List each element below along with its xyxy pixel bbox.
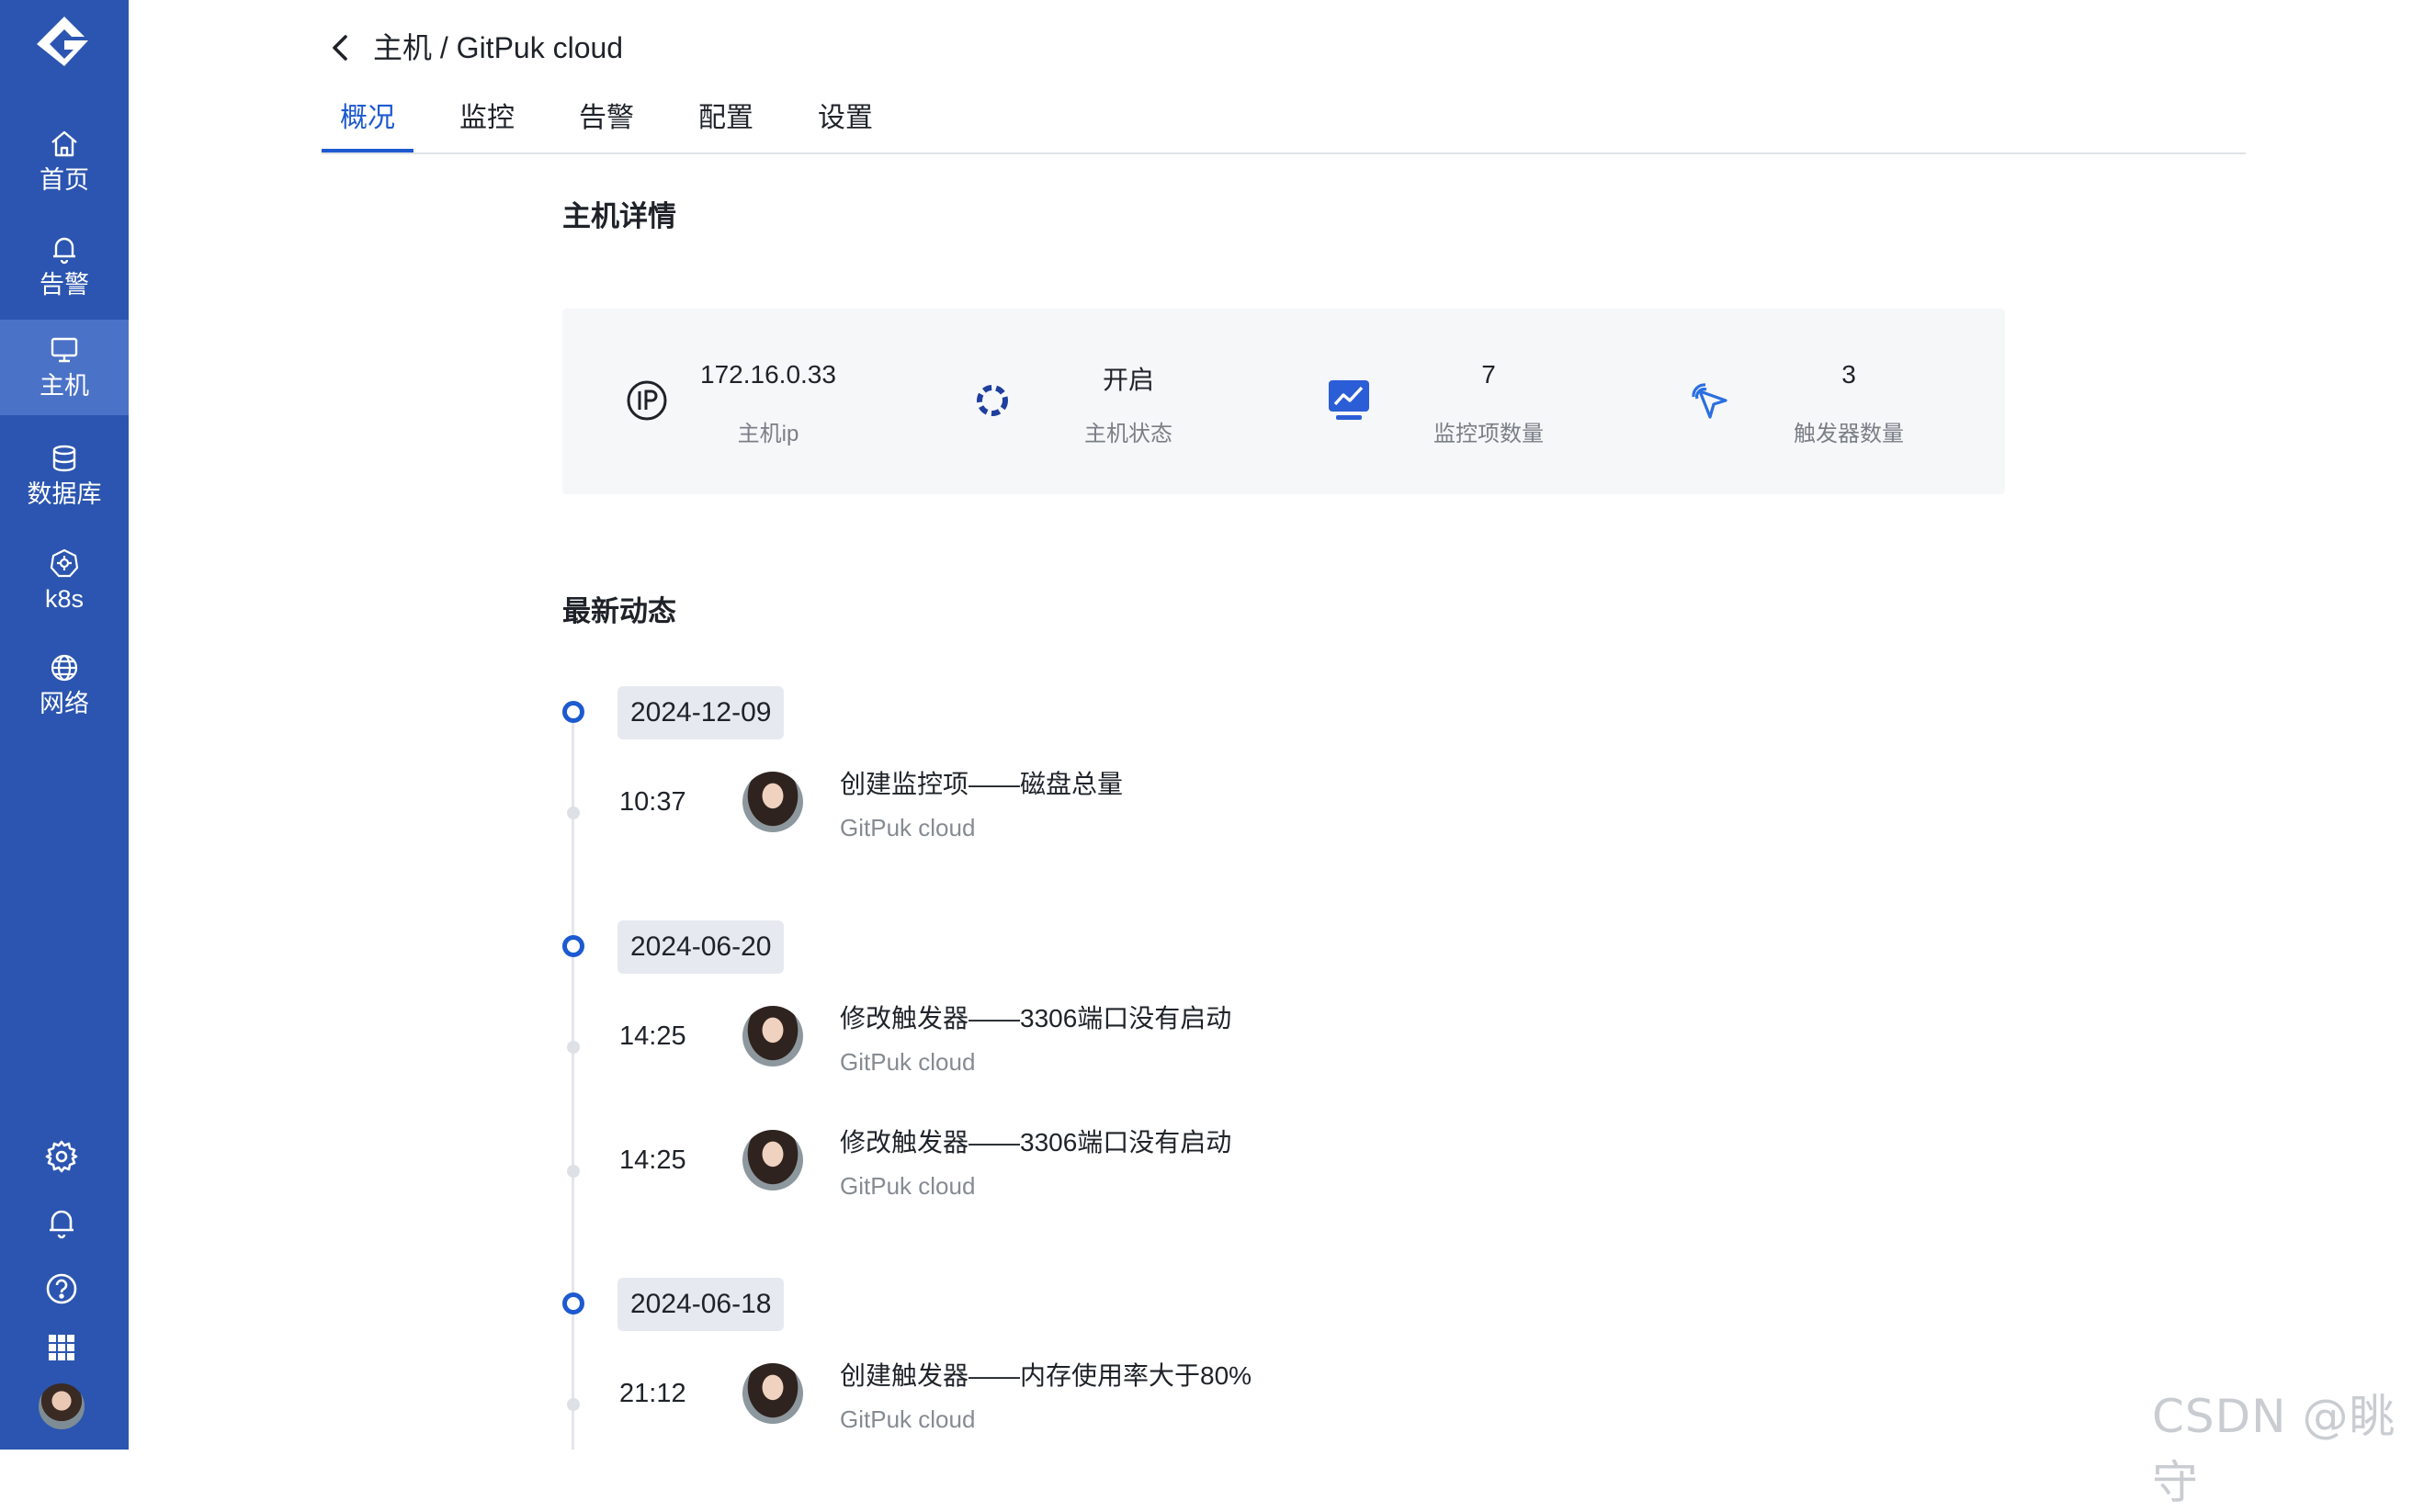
stat-label: 触发器数量 [1794,422,1904,446]
timeline-date-marker [562,1292,584,1315]
event-time: 14:25 [619,1021,686,1051]
tab-config[interactable]: 配置 [680,97,772,151]
event-user: GitPuk cloud [840,814,976,841]
bell-icon [53,237,75,265]
timeline-event-marker [567,1165,580,1178]
timeline-event-marker [567,807,580,819]
event-time: 21:12 [619,1379,686,1408]
timeline-line [572,715,574,1450]
home-icon [51,130,77,157]
sidebar-item-k8s[interactable]: k8s [0,533,129,628]
section-title-host-details: 主机详情 [562,200,676,232]
sidebar-item-label: 主机 [40,372,89,400]
timeline-date-marker [562,701,584,723]
chart-monitor-icon [1329,380,1369,420]
cursor-click-icon [1692,383,1727,419]
user-avatar [742,1130,803,1190]
gear-icon [45,1140,78,1173]
globe-icon [51,654,78,682]
database-icon [52,445,76,472]
gitpuk-logo-icon[interactable] [28,13,101,77]
watermark: CSDN @眺守 [2152,1390,2396,1509]
event-time: 14:25 [619,1145,686,1175]
timeline-date: 2024-12-09 [617,686,785,739]
sidebar-item-hosts[interactable]: 主机 [0,320,129,415]
sidebar-item-alerts[interactable]: 告警 [0,219,129,314]
event-title: 修改触发器——3306端口没有启动 [840,1004,1232,1032]
back-arrow-icon[interactable] [323,28,360,68]
section-title-activity: 最新动态 [562,595,676,627]
timeline-date-marker [562,935,584,957]
event-user: GitPuk cloud [840,1048,976,1076]
apps-grid-icon [49,1335,74,1360]
stat-label: 监控项数量 [1433,422,1544,446]
apps-button[interactable] [37,1323,86,1372]
stat-monitor-count: 7 监控项数量 [1283,309,1643,494]
stat-label: 主机状态 [1084,422,1172,446]
sidebar-item-network[interactable]: 网络 [0,638,129,733]
sidebar-item-label: k8s [44,585,85,613]
stat-host-status: 开启 主机状态 [923,309,1283,494]
k8s-icon [50,548,79,578]
stat-value: 开启 [1102,366,1154,394]
host-stats-card: 172.16.0.33 主机ip 开启 主机状态 7 监控项数量 3 触发器数量 [562,309,2005,494]
stat-label: 主机ip [737,422,799,446]
breadcrumb: 主机 / GitPuk cloud [373,31,624,64]
stat-host-ip: 172.16.0.33 主机ip [562,309,923,494]
event-title: 创建触发器——内存使用率大于80% [840,1361,1252,1390]
user-avatar [742,1363,803,1424]
sidebar-item-label: 首页 [40,166,89,194]
sidebar-item-label: 数据库 [27,480,102,508]
help-button[interactable] [37,1264,86,1314]
ip-icon [627,380,667,421]
event-time: 10:37 [619,787,686,817]
settings-button[interactable] [37,1132,86,1181]
monitor-icon [51,337,78,363]
bell-icon [50,1210,74,1239]
sidebar: 首页 告警 主机 数据库 k8s 网络 [0,0,129,1450]
event-title: 修改触发器——3306端口没有启动 [840,1128,1232,1157]
help-icon [46,1273,77,1304]
timeline-date: 2024-06-20 [617,920,785,974]
notifications-button[interactable] [37,1198,86,1247]
tab-bar: 概况 监控 告警 配置 设置 [322,97,2246,154]
tab-settings[interactable]: 设置 [799,97,891,151]
sidebar-item-label: 网络 [40,690,89,717]
stat-trigger-count: 3 触发器数量 [1643,309,2003,494]
event-user: GitPuk cloud [840,1405,976,1433]
sidebar-item-database[interactable]: 数据库 [0,428,129,524]
event-user: GitPuk cloud [840,1172,976,1200]
event-title: 创建监控项——磁盘总量 [840,770,1124,798]
user-avatar[interactable] [39,1383,85,1429]
timeline-date: 2024-06-18 [617,1278,785,1331]
timeline-event-marker [567,1398,580,1411]
sidebar-item-label: 告警 [40,271,89,299]
tab-overview[interactable]: 概况 [322,97,413,152]
timeline-event-marker [567,1041,580,1054]
user-avatar [742,772,803,832]
status-ring-icon [977,385,1008,416]
tab-alerts[interactable]: 告警 [561,97,652,151]
stat-value: 3 [1841,360,1856,389]
tab-monitoring[interactable]: 监控 [441,97,533,151]
user-avatar [742,1006,803,1066]
sidebar-item-home[interactable]: 首页 [0,114,129,209]
stat-value: 7 [1481,360,1496,389]
stat-value: 172.16.0.33 [700,360,836,389]
